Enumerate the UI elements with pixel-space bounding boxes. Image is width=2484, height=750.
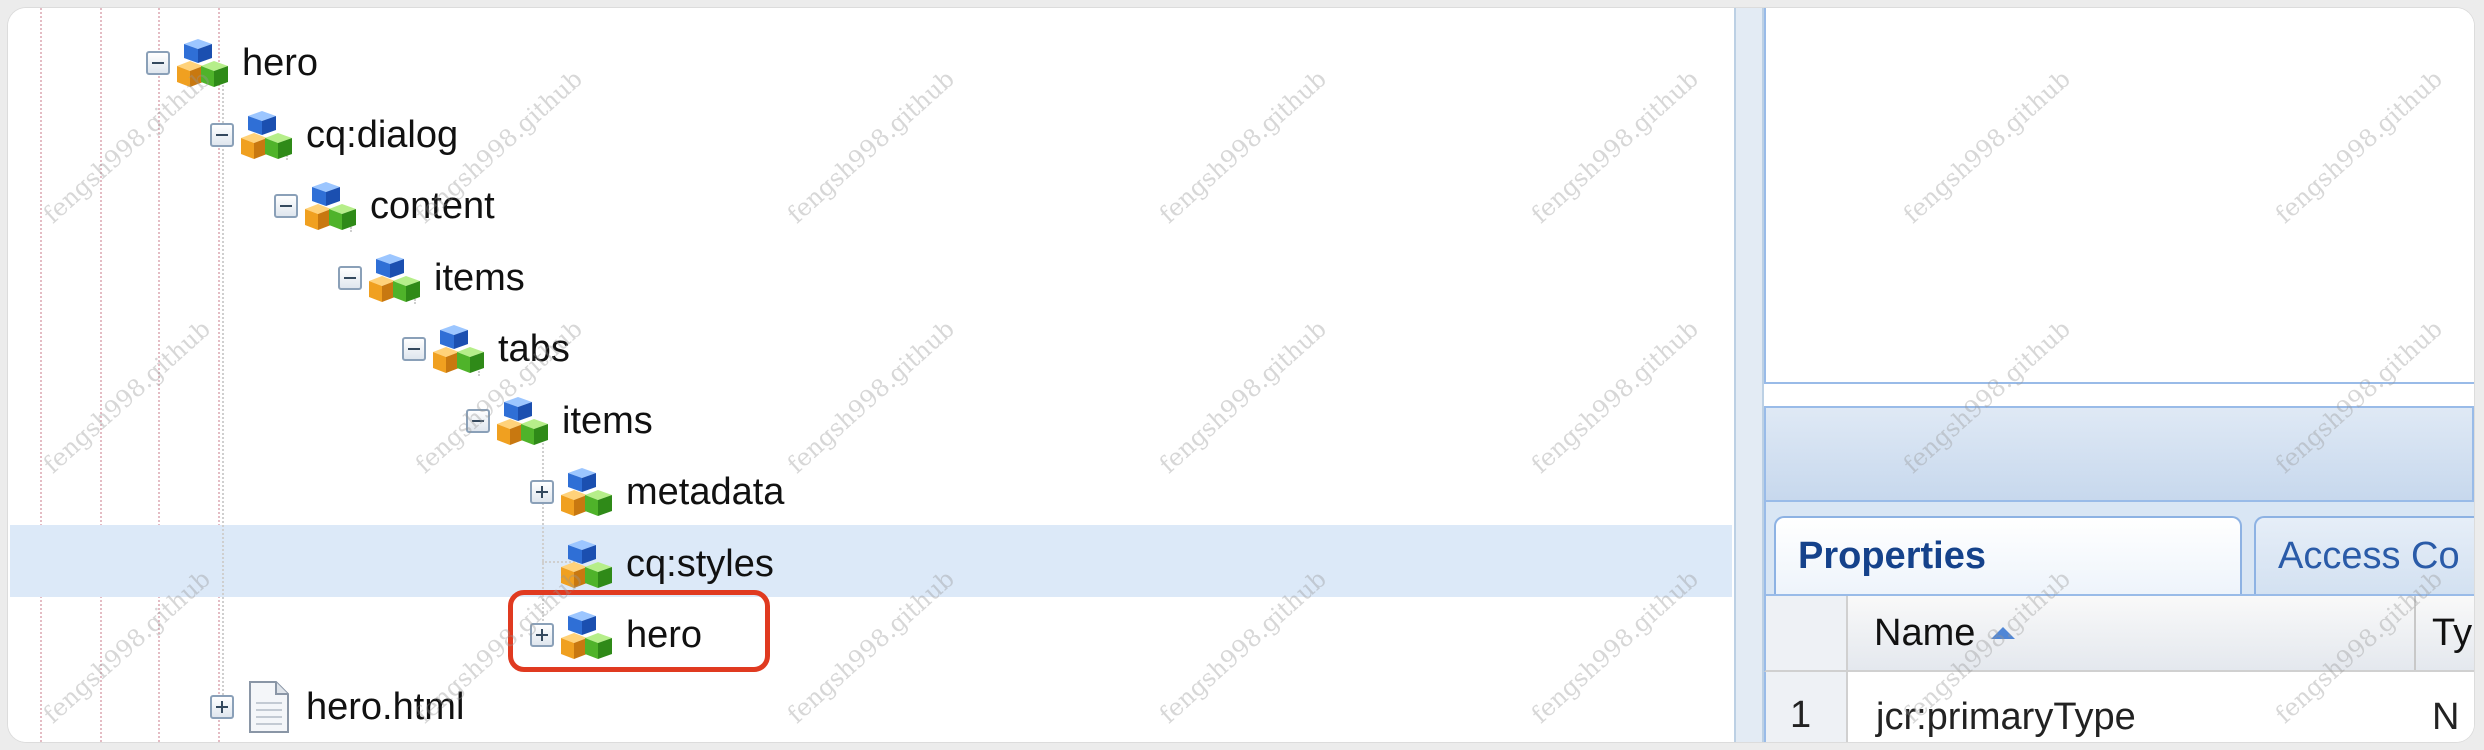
- node-cube-icon: [304, 178, 360, 234]
- tree-node[interactable]: hero.html: [210, 682, 464, 732]
- tree-node[interactable]: content: [274, 181, 495, 231]
- preview-area: [1764, 8, 2474, 384]
- collapse-icon[interactable]: [210, 122, 234, 147]
- file-icon: [240, 679, 296, 735]
- tree-node[interactable]: hero: [146, 38, 318, 88]
- tree-guide-line: [158, 8, 160, 742]
- column-header-type[interactable]: Ty: [2418, 596, 2474, 670]
- tab-access-control[interactable]: Access Co: [2254, 516, 2474, 594]
- tree-node-label: cq:styles: [626, 542, 774, 585]
- collapse-icon[interactable]: [402, 337, 426, 361]
- repository-tree-panel: hero cq:dialog content items tabs items metada…: [8, 8, 1734, 742]
- collapse-icon[interactable]: [466, 408, 490, 433]
- table-row[interactable]: 1 jcr:primaryType N: [1764, 672, 2474, 742]
- properties-grid-header: Name Ty: [1764, 594, 2474, 672]
- column-name-label: Name: [1874, 611, 1976, 654]
- tree-node-label: items: [562, 399, 653, 442]
- tab-properties[interactable]: Properties: [1774, 516, 2242, 594]
- tree-node-label: hero: [242, 42, 319, 84]
- properties-panel: Properties Access Co Name Ty 1 jcr:prima…: [1764, 8, 2474, 742]
- property-name-cell: jcr:primaryType: [1876, 696, 2136, 738]
- tree-node[interactable]: cq:styles: [530, 539, 774, 589]
- tree-guide-line: [40, 8, 42, 742]
- tree-node-label: tabs: [498, 328, 570, 370]
- tree-node[interactable]: cq:dialog: [210, 110, 458, 160]
- tree-node[interactable]: metadata: [530, 467, 784, 517]
- tree-node[interactable]: items: [466, 396, 653, 446]
- panel-header-bar: [1764, 406, 2474, 502]
- property-type-cell: N: [2432, 696, 2460, 738]
- tree-node[interactable]: items: [338, 253, 525, 303]
- node-cube-icon: [560, 464, 616, 520]
- properties-tabstrip: Properties Access Co: [1764, 502, 2474, 594]
- collapse-icon[interactable]: [146, 51, 170, 75]
- row-number-header: [1766, 596, 1848, 670]
- sort-ascending-icon: [1991, 627, 2016, 639]
- node-cube-icon: [176, 35, 232, 91]
- node-cube-icon: [240, 107, 296, 163]
- panel-splitter[interactable]: [1734, 8, 1764, 742]
- node-cube-icon: [560, 536, 616, 592]
- tree-node-label: cq:dialog: [306, 113, 459, 156]
- tree-guide-line: [100, 8, 102, 742]
- selected-row-highlight: [10, 525, 1732, 597]
- expand-icon[interactable]: [210, 694, 234, 719]
- node-cube-icon: [496, 393, 552, 449]
- collapse-icon[interactable]: [338, 265, 362, 290]
- tree-node-label: items: [434, 256, 525, 299]
- tree-node-label: metadata: [626, 471, 785, 513]
- expand-icon[interactable]: [530, 480, 554, 504]
- node-cube-icon: [432, 321, 488, 377]
- node-cube-icon: [368, 250, 424, 306]
- column-header-name[interactable]: Name: [1848, 596, 2416, 670]
- row-number: 1: [1766, 672, 1848, 742]
- tree-node[interactable]: tabs: [402, 324, 570, 374]
- collapse-icon[interactable]: [274, 194, 298, 218]
- annotation-red-box: [508, 590, 770, 672]
- tree-node-label: content: [370, 185, 495, 227]
- repository-window: hero cq:dialog content items tabs items metada…: [8, 8, 2474, 742]
- tree-node-label: hero.html: [306, 685, 465, 728]
